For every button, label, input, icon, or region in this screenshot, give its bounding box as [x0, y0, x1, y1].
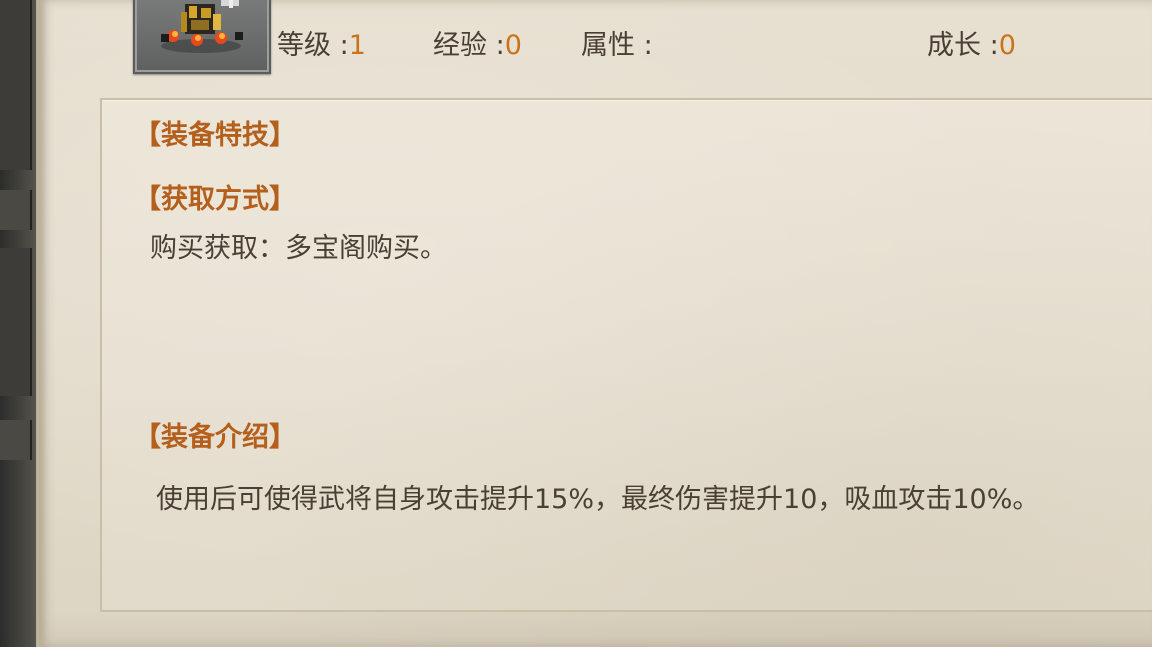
parchment-edge	[36, 0, 46, 647]
stat-growth-value: 0	[998, 30, 1016, 61]
background-slot	[0, 420, 32, 460]
warrior-portrait-icon	[161, 0, 243, 53]
stat-exp-label: 经验 :	[433, 30, 505, 61]
stat-level: 等级 :1	[277, 26, 366, 66]
stat-attribute-label: 属性 :	[581, 30, 653, 61]
stat-level-label: 等级 :	[277, 30, 349, 61]
background-panel-left	[0, 0, 40, 647]
stat-attribute: 属性 :	[581, 26, 653, 66]
equipment-description-text: 使用后可使得武将自身攻击提升15%，最终伤害提升10，吸血攻击10%。	[156, 484, 1040, 515]
stat-exp: 经验 :0	[433, 26, 522, 66]
section-title-intro: 【装备介绍】	[134, 422, 296, 453]
stat-level-value: 1	[348, 30, 366, 61]
stat-exp-value: 0	[504, 30, 522, 61]
section-title-skill: 【装备特技】	[134, 120, 296, 151]
background-slot	[0, 190, 32, 230]
equipment-info-box	[100, 98, 1152, 612]
obtain-method-text: 购买获取：多宝阁购买。	[150, 233, 447, 264]
parchment-bottom-shade	[36, 612, 1152, 647]
section-title-obtain: 【获取方式】	[134, 184, 296, 215]
stat-growth-label: 成长 :	[927, 30, 999, 61]
equipment-detail-screen: 等级 :1 经验 :0 属性 : 成长 :0 【装备特技】 【获取方式】 购买获…	[0, 0, 1152, 647]
stat-growth: 成长 :0	[927, 26, 1016, 66]
background-slot	[0, 248, 32, 396]
background-slot	[0, 0, 32, 170]
equipment-avatar[interactable]	[133, 0, 271, 74]
